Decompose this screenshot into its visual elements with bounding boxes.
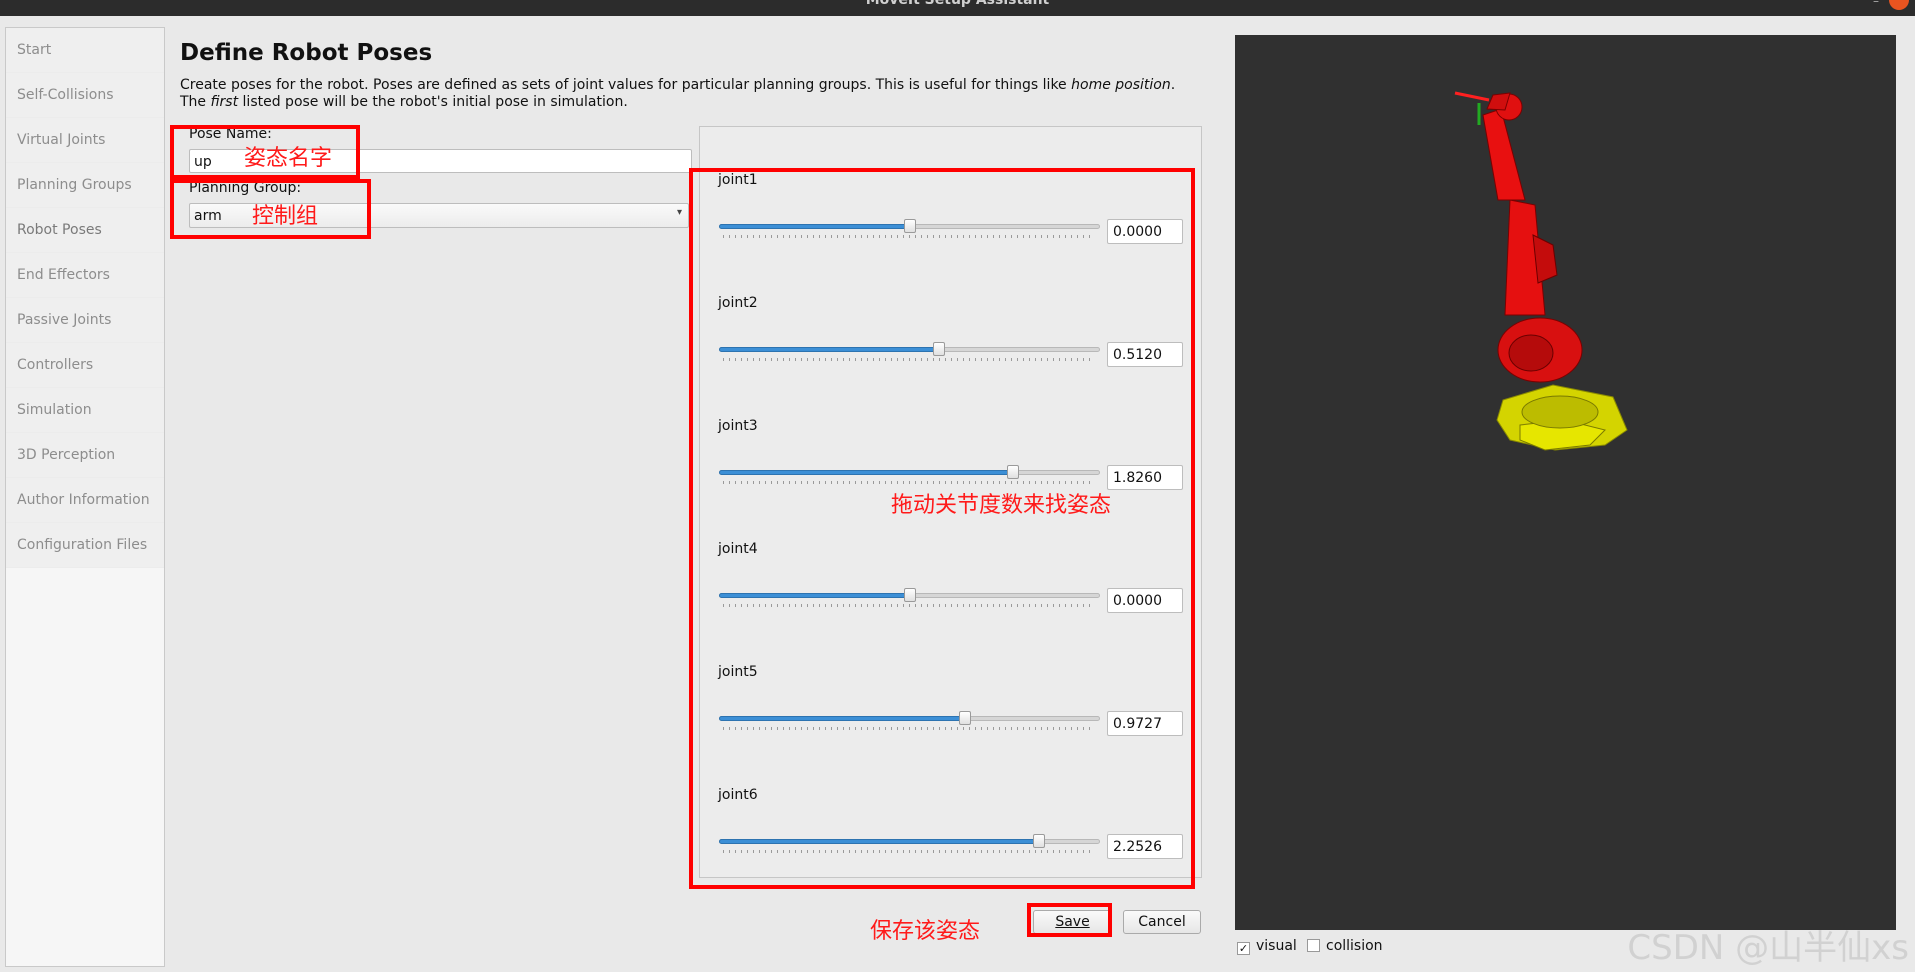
sidebar-item-end-effectors[interactable]: End Effectors: [6, 253, 164, 298]
sidebar-item-configuration-files[interactable]: Configuration Files: [6, 523, 164, 568]
check-icon: ✓: [1237, 942, 1250, 955]
sidebar-item-planning-groups[interactable]: Planning Groups: [6, 163, 164, 208]
robot-arm-render: [1454, 91, 1628, 451]
sidebar-item-author-information[interactable]: Author Information: [6, 478, 164, 523]
annotation-box-save: [1027, 903, 1112, 937]
window-titlebar: MoveIt Setup Assistant –: [0, 0, 1915, 16]
robot-3d-viewport[interactable]: [1235, 35, 1896, 930]
chevron-down-icon: ▾: [676, 207, 682, 218]
sidebar: Start Self-Collisions Virtual Joints Pla…: [5, 27, 165, 967]
annotation-save: 保存该姿态: [870, 919, 981, 944]
sidebar-item-start[interactable]: Start: [6, 28, 164, 73]
sidebar-item-3d-perception[interactable]: 3D Perception: [6, 433, 164, 478]
cancel-button[interactable]: Cancel: [1123, 910, 1201, 934]
close-icon[interactable]: [1889, 0, 1909, 10]
sidebar-item-virtual-joints[interactable]: Virtual Joints: [6, 118, 164, 163]
watermark: CSDN @山半仙xs: [1627, 928, 1909, 968]
page-title: Define Robot Poses: [180, 40, 433, 66]
page-description: Create poses for the robot. Poses are de…: [180, 77, 1176, 110]
window-title: MoveIt Setup Assistant: [865, 0, 1050, 8]
sidebar-item-passive-joints[interactable]: Passive Joints: [6, 298, 164, 343]
annotation-pose-name: 姿态名字: [244, 146, 333, 171]
sidebar-item-controllers[interactable]: Controllers: [6, 343, 164, 388]
collision-checkbox[interactable]: collision: [1307, 938, 1383, 954]
sidebar-item-robot-poses[interactable]: Robot Poses: [6, 208, 164, 253]
sidebar-item-self-collisions[interactable]: Self-Collisions: [6, 73, 164, 118]
annotation-joints: 拖动关节度数来找姿态: [891, 493, 1112, 518]
annotation-planning-group: 控制组: [252, 204, 319, 229]
annotation-box-joints: [689, 168, 1195, 889]
unchecked-box-icon: [1307, 939, 1320, 952]
sidebar-item-simulation[interactable]: Simulation: [6, 388, 164, 433]
minimize-icon[interactable]: –: [1873, 0, 1879, 8]
visual-checkbox[interactable]: ✓ visual: [1237, 938, 1297, 955]
